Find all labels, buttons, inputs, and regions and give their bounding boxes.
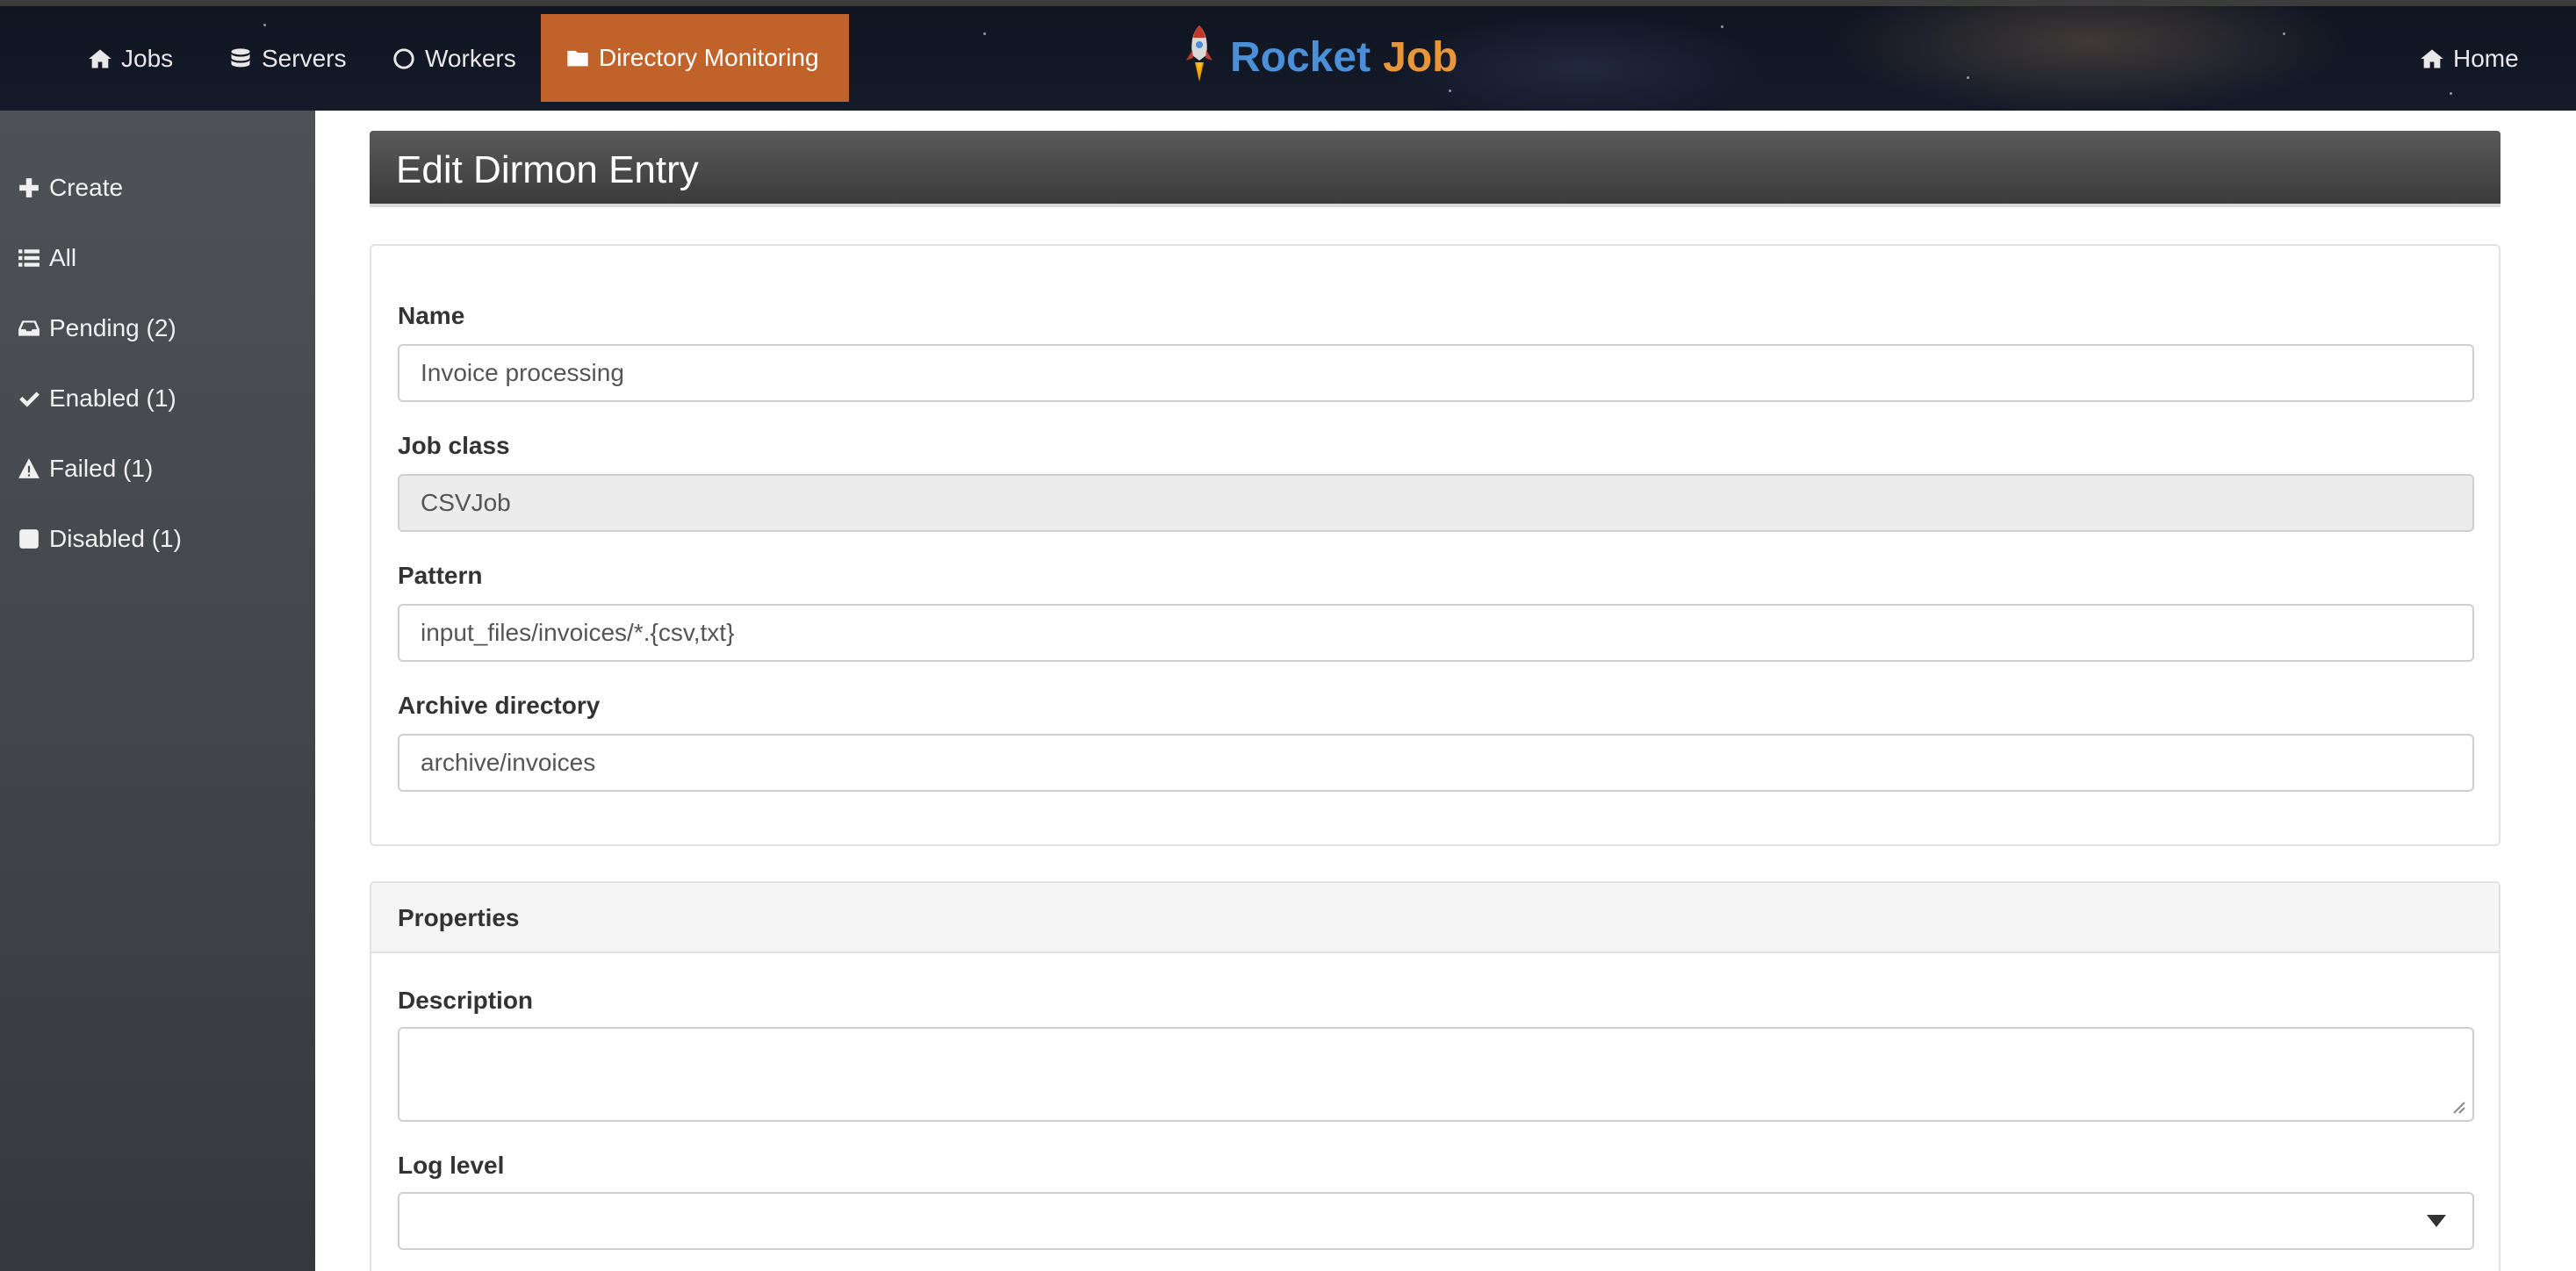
log-level-select[interactable] bbox=[398, 1192, 2474, 1250]
background-star bbox=[983, 32, 986, 35]
brand-logo[interactable]: Rocket Job bbox=[1181, 22, 1457, 92]
pattern-label: Pattern bbox=[398, 562, 483, 589]
nav-workers-label: Workers bbox=[425, 45, 516, 72]
inbox-icon bbox=[18, 320, 40, 336]
page-header: Edit Dirmon Entry bbox=[370, 131, 2500, 207]
log-level-label: Log level bbox=[398, 1152, 505, 1179]
description-label: Description bbox=[398, 987, 534, 1014]
background-star bbox=[2283, 32, 2285, 35]
database-icon bbox=[231, 48, 250, 68]
nav-jobs-label: Jobs bbox=[121, 45, 174, 72]
sidebar: Create All Pending (2) Enabled (1) Faile… bbox=[0, 111, 315, 1271]
nav-servers[interactable]: Servers bbox=[204, 15, 371, 103]
main-form-panel: Name Job class Pattern Archive directory bbox=[370, 244, 2500, 846]
warning-icon bbox=[18, 458, 40, 478]
list-icon bbox=[18, 249, 40, 267]
circle-icon bbox=[393, 48, 414, 69]
sidebar-item-pending[interactable]: Pending (2) bbox=[18, 314, 176, 342]
home-icon bbox=[89, 49, 112, 68]
sidebar-item-label: Enabled (1) bbox=[49, 384, 176, 412]
sidebar-item-enabled[interactable]: Enabled (1) bbox=[18, 384, 176, 413]
chevron-down-icon bbox=[2427, 1215, 2446, 1227]
nav-servers-label: Servers bbox=[262, 45, 347, 72]
brand-word-1: Rocket bbox=[1230, 33, 1371, 81]
plus-icon bbox=[19, 178, 39, 197]
archive-directory-label: Archive directory bbox=[398, 692, 601, 719]
job-class-label: Job class bbox=[398, 432, 510, 459]
resize-grip-icon[interactable] bbox=[2450, 1099, 2466, 1115]
nav-workers[interactable]: Workers bbox=[367, 15, 541, 103]
properties-panel-heading: Properties bbox=[371, 883, 2499, 953]
rocket-icon bbox=[1186, 25, 1212, 82]
folder-icon bbox=[567, 50, 588, 67]
check-icon bbox=[19, 391, 40, 407]
nav-home[interactable]: Home bbox=[2395, 15, 2544, 103]
page-title: Edit Dirmon Entry bbox=[396, 148, 699, 191]
nav-directory-monitoring-label: Directory Monitoring bbox=[599, 44, 819, 71]
sidebar-item-create[interactable]: Create bbox=[18, 174, 123, 202]
background-star bbox=[1721, 25, 1723, 28]
description-textarea[interactable] bbox=[398, 1027, 2474, 1122]
sidebar-item-label: Disabled (1) bbox=[49, 525, 182, 552]
job-class-input bbox=[398, 474, 2474, 532]
sidebar-item-label: Pending (2) bbox=[49, 314, 176, 341]
top-navbar: Jobs Servers Workers Directory Monitorin… bbox=[0, 0, 2576, 111]
sidebar-item-disabled[interactable]: Disabled (1) bbox=[18, 525, 182, 553]
stop-icon bbox=[19, 529, 39, 549]
brand-word-2: Job bbox=[1383, 33, 1458, 81]
home-icon bbox=[2421, 49, 2443, 68]
properties-panel: Properties Description Log level bbox=[370, 881, 2500, 1271]
name-input[interactable] bbox=[398, 344, 2474, 402]
archive-directory-input[interactable] bbox=[398, 734, 2474, 792]
sidebar-item-all[interactable]: All bbox=[18, 244, 76, 272]
nav-directory-monitoring[interactable]: Directory Monitoring bbox=[541, 14, 849, 102]
sidebar-item-label: Create bbox=[49, 174, 124, 201]
name-label: Name bbox=[398, 302, 465, 329]
sidebar-item-label: Failed (1) bbox=[49, 455, 154, 482]
pattern-input[interactable] bbox=[398, 604, 2474, 662]
properties-heading: Properties bbox=[398, 904, 520, 931]
sidebar-item-failed[interactable]: Failed (1) bbox=[18, 455, 153, 483]
background-star bbox=[1967, 76, 1969, 79]
sidebar-item-label: All bbox=[49, 244, 77, 271]
nav-home-label: Home bbox=[2453, 45, 2519, 72]
nav-jobs[interactable]: Jobs bbox=[63, 15, 198, 103]
